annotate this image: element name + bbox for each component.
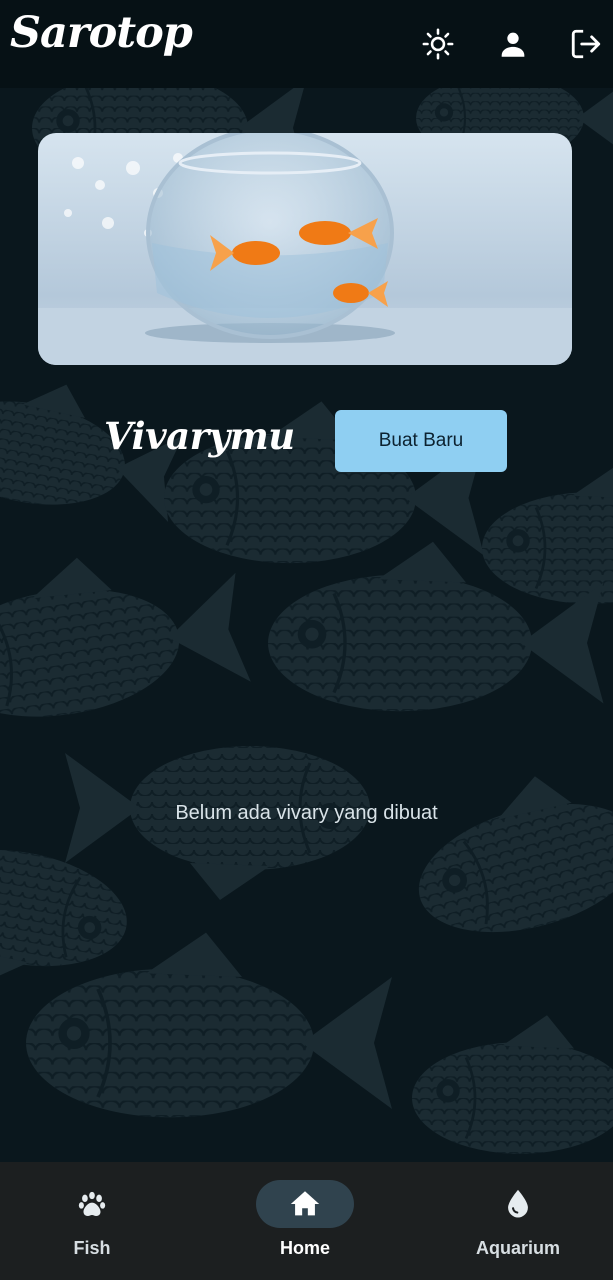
sun-icon	[422, 28, 454, 60]
nav-item-aquarium[interactable]: Aquarium	[443, 1180, 593, 1270]
nav-icon-container	[256, 1180, 354, 1228]
logout-button[interactable]	[566, 24, 606, 64]
home-icon	[290, 1191, 320, 1216]
theme-toggle-button[interactable]	[418, 24, 458, 64]
nav-item-fish[interactable]: Fish	[17, 1180, 167, 1270]
nav-icon-container	[469, 1180, 567, 1228]
nav-label: Fish	[73, 1238, 111, 1258]
main-content: Vivarymu Buat Baru Belum ada vivary yang…	[0, 88, 613, 1162]
water-drop-icon	[508, 1189, 528, 1218]
profile-button[interactable]	[493, 24, 533, 64]
hero-goldfish-image	[38, 133, 572, 365]
bottom-navigation: Fish Home Aquarium	[0, 1162, 613, 1280]
app-logo: Sarotop	[10, 8, 193, 58]
section-title: Vivarymu	[104, 414, 295, 458]
logout-icon	[571, 29, 601, 59]
nav-label: Home	[279, 1238, 330, 1258]
nav-item-home[interactable]: Home	[230, 1180, 380, 1270]
paw-icon	[78, 1191, 106, 1217]
empty-state-message: Belum ada vivary yang dibuat	[175, 802, 438, 824]
person-icon	[501, 32, 525, 57]
nav-icon-container	[43, 1180, 141, 1228]
create-new-button[interactable]: Buat Baru	[335, 410, 507, 472]
nav-label: Aquarium	[475, 1238, 560, 1258]
app-bar: Sarotop	[0, 0, 613, 88]
